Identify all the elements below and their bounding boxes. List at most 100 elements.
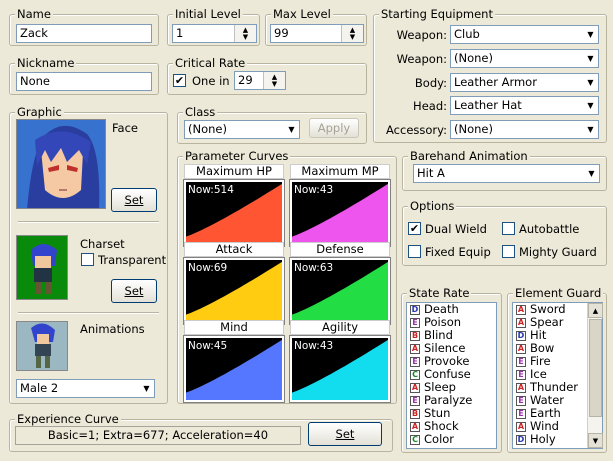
critical-rate-label: Critical Rate	[173, 56, 248, 70]
chevron-down-icon[interactable]: ▼	[284, 121, 299, 138]
curve-title: Maximum HP	[184, 164, 284, 179]
curve-graph[interactable]: Now:514	[183, 179, 285, 247]
curve-now-value: Now:69	[188, 262, 228, 274]
chevron-down-icon[interactable]: ▼	[583, 74, 598, 91]
transparent-label: Transparent	[98, 253, 167, 267]
rank-badge: B	[410, 408, 420, 419]
mighty-guard-checkbox[interactable]	[502, 245, 515, 258]
face-image[interactable]	[16, 119, 106, 209]
curve-graph[interactable]: Now:69	[183, 257, 285, 325]
fixed-equip-checkbox[interactable]	[408, 245, 421, 258]
rank-badge: A	[516, 304, 526, 315]
spin-down-icon[interactable]: ▼	[272, 80, 277, 88]
face-set-label: Set	[124, 193, 144, 207]
graphic-group: Graphic Face Set Charset Transparent Set	[9, 105, 168, 404]
face-portrait-icon	[17, 120, 105, 208]
critical-rate-checkbox[interactable]: ✔	[173, 74, 186, 87]
barehand-value: Hit A	[417, 166, 445, 180]
rank-badge: C	[410, 434, 420, 445]
graphic-label: Graphic	[15, 105, 64, 119]
chevron-down-icon[interactable]: ▼	[584, 165, 599, 182]
state-rate-label: State Rate	[407, 286, 472, 300]
critical-rate-field[interactable]: 29 ▲ ▼	[234, 71, 286, 90]
animations-value: Male 2	[20, 381, 59, 395]
spin-down-icon[interactable]: ▼	[243, 33, 248, 41]
starting-equipment-label: Starting Equipment	[379, 7, 495, 21]
critical-rate-group: Critical Rate ✔ One in 29 ▲ ▼	[167, 56, 367, 95]
curve-graph[interactable]: Now:43	[289, 335, 391, 403]
rank-badge: A	[516, 382, 526, 393]
name-group: Name Zack	[9, 7, 159, 46]
equip-body-value: Leather Armor	[454, 75, 537, 89]
name-label: Name	[15, 7, 53, 21]
animation-sprite-icon	[17, 322, 67, 370]
spin-down-icon[interactable]: ▼	[350, 33, 355, 41]
critical-rate-value: 29	[238, 73, 253, 87]
critical-rate-spinner[interactable]: ▲ ▼	[263, 72, 285, 89]
options-label: Options	[408, 199, 457, 213]
equip-accessory-dropdown[interactable]: (None) ▼	[450, 120, 599, 139]
max-level-field[interactable]: 99 ▲ ▼	[270, 24, 364, 43]
initial-level-field[interactable]: 1 ▲ ▼	[172, 24, 257, 43]
element-guard-group: Element Guard A Sword A Spear D Hit A Bow E Fire E…	[507, 286, 607, 453]
autobattle-checkbox[interactable]	[502, 222, 515, 235]
scroll-thumb[interactable]	[589, 319, 602, 417]
rank-badge: E	[410, 317, 420, 328]
chevron-down-icon[interactable]: ▼	[583, 50, 598, 67]
apply-button[interactable]: Apply	[309, 118, 359, 138]
list-item[interactable]: C Color	[407, 433, 496, 446]
equip-accessory-label: Accessory:	[386, 123, 447, 137]
curve-graph[interactable]: Now:63	[289, 257, 391, 325]
face-label: Face	[112, 121, 139, 135]
element-guard-scrollbar[interactable]: ▲ ▼	[587, 303, 603, 448]
curve-graph[interactable]: Now:45	[183, 335, 285, 403]
chevron-down-icon[interactable]: ▼	[583, 121, 598, 138]
curve-now-value: Now:63	[294, 262, 334, 274]
state-rate-group: State Rate D Death E Poison B Blind A Silence E P…	[401, 286, 502, 453]
experience-curve-value: Basic=1; Extra=677; Acceleration=40	[15, 426, 301, 445]
chevron-down-icon[interactable]: ▼	[583, 97, 598, 114]
list-item[interactable]: E Paralyze	[407, 394, 496, 407]
curve-graph[interactable]: Now:43	[289, 179, 391, 247]
rank-badge: E	[516, 395, 526, 406]
max-level-spinner[interactable]: ▲ ▼	[341, 25, 363, 42]
face-set-button[interactable]: Set	[111, 188, 157, 212]
animations-dropdown[interactable]: Male 2 ▼	[16, 379, 155, 398]
mighty-guard-label: Mighty Guard	[519, 245, 597, 259]
initial-level-value: 1	[176, 26, 184, 40]
equip-head-value: Leather Hat	[454, 98, 522, 112]
animations-label: Animations	[80, 322, 145, 336]
equip-weapon-label: Weapon:	[396, 28, 447, 42]
equip-weapon2-dropdown[interactable]: (None) ▼	[450, 49, 599, 68]
animation-image[interactable]	[16, 321, 68, 371]
chevron-down-icon[interactable]: ▼	[583, 26, 598, 43]
critical-rate-checkbox-label: One in	[192, 74, 230, 88]
options-group: Options ✔ Dual Wield Autobattle Fixed Eq…	[402, 199, 607, 266]
name-field[interactable]: Zack	[16, 24, 152, 43]
parameter-curves-label: Parameter Curves	[183, 149, 291, 163]
initial-level-spinner[interactable]: ▲ ▼	[234, 25, 256, 42]
nickname-field[interactable]: None	[16, 72, 152, 91]
max-level-group: Max Level 99 ▲ ▼	[265, 7, 367, 46]
equip-weapon-dropdown[interactable]: Club ▼	[450, 25, 599, 44]
autobattle-label: Autobattle	[519, 222, 580, 236]
transparent-checkbox[interactable]	[81, 253, 94, 266]
charset-set-button[interactable]: Set	[111, 279, 157, 303]
charset-image[interactable]	[16, 235, 68, 300]
scroll-up-icon[interactable]: ▲	[588, 303, 603, 318]
rank-badge: E	[410, 395, 420, 406]
rank-badge: A	[516, 317, 526, 328]
rank-badge: C	[410, 369, 420, 380]
graphic-divider-2	[18, 312, 159, 314]
state-rate-list[interactable]: D Death E Poison B Blind A Silence E Provoke C Conf…	[406, 302, 497, 449]
dual-wield-checkbox[interactable]: ✔	[408, 222, 421, 235]
equip-weapon2-value: (None)	[454, 51, 493, 65]
scroll-down-icon[interactable]: ▼	[588, 433, 603, 448]
experience-set-button[interactable]: Set	[308, 422, 382, 446]
chevron-down-icon[interactable]: ▼	[139, 380, 154, 397]
equip-body-dropdown[interactable]: Leather Armor ▼	[450, 73, 599, 92]
equip-head-dropdown[interactable]: Leather Hat ▼	[450, 96, 599, 115]
rank-badge: A	[410, 382, 420, 393]
barehand-dropdown[interactable]: Hit A ▼	[413, 164, 600, 183]
class-dropdown[interactable]: (None) ▼	[184, 120, 300, 139]
